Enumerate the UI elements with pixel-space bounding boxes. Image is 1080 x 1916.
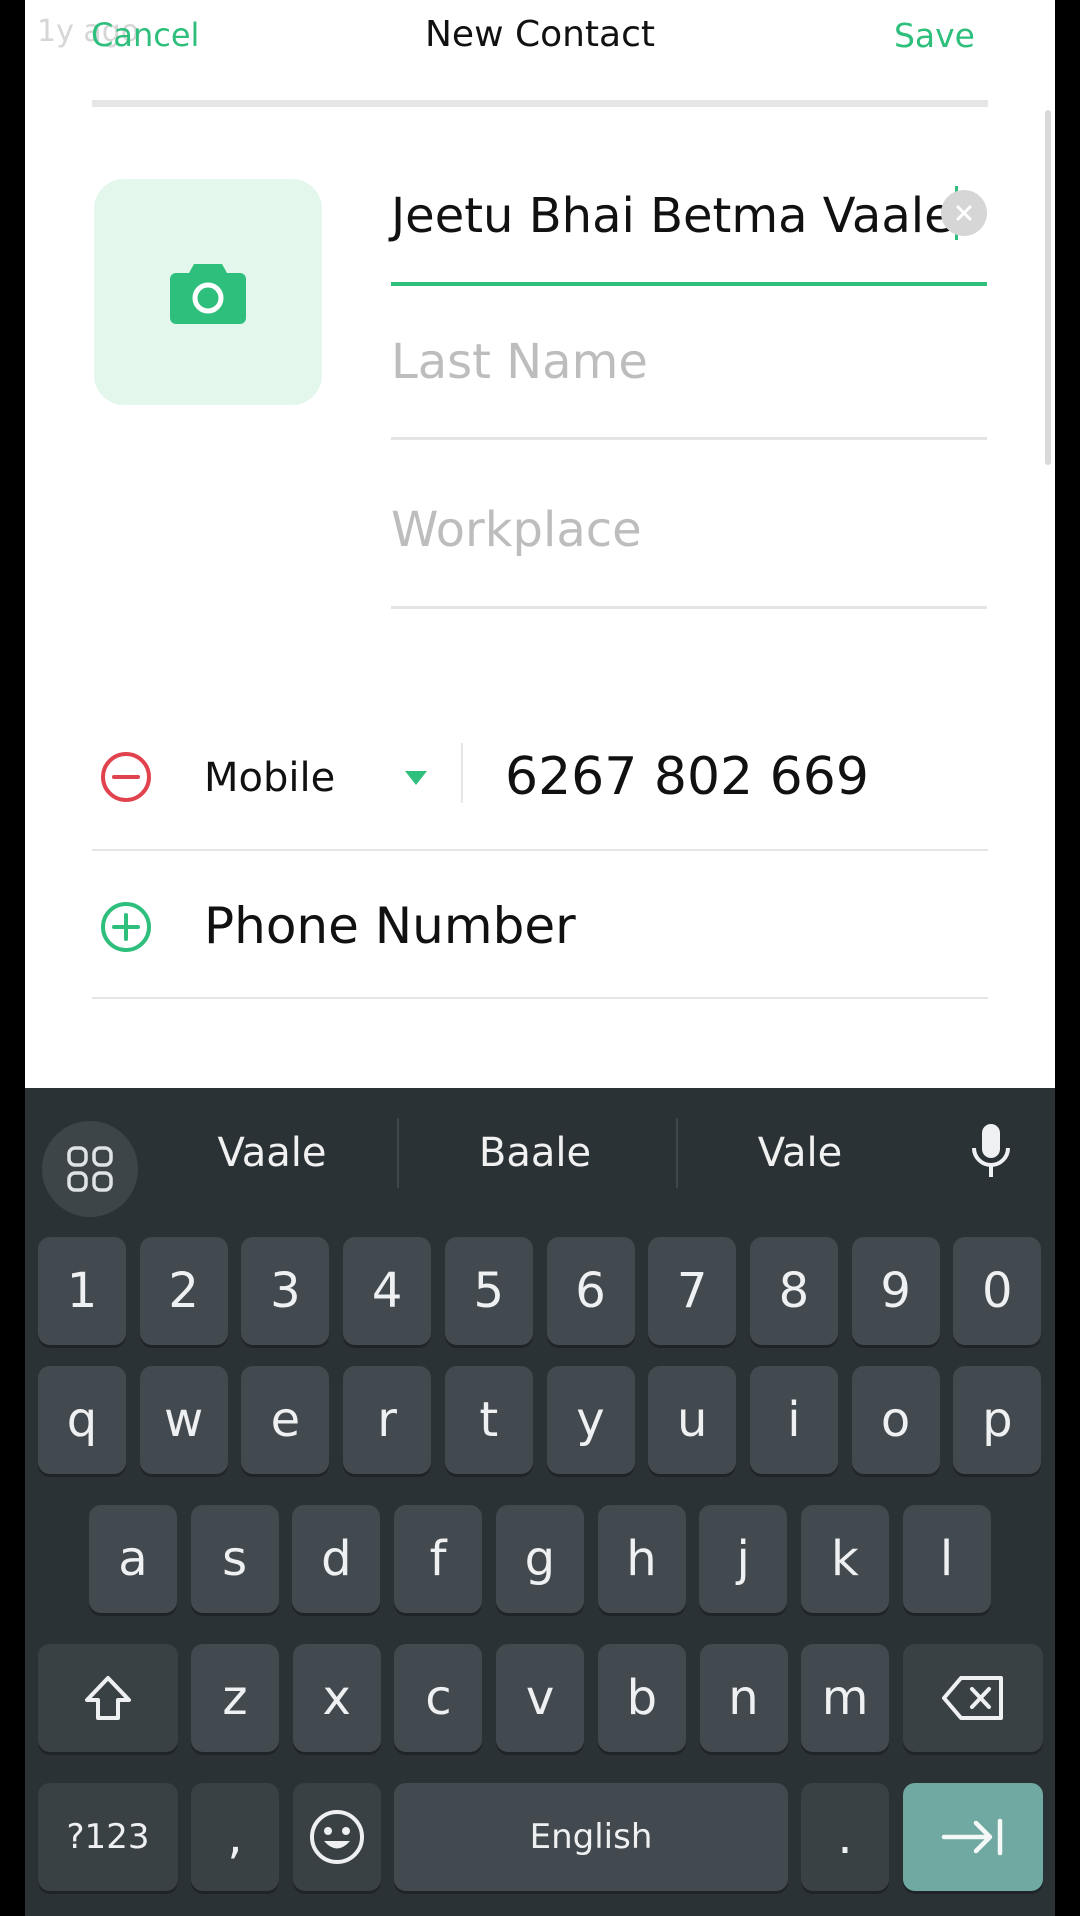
key-0[interactable]: 0 <box>953 1237 1042 1345</box>
add-phone-icon[interactable] <box>100 901 152 953</box>
key-4[interactable]: 4 <box>343 1237 432 1345</box>
add-phone-divider <box>92 997 988 999</box>
workplace-underline <box>391 606 987 609</box>
last-name-underline <box>391 437 987 440</box>
key-t[interactable]: t <box>444 1366 533 1474</box>
key-g[interactable]: g <box>495 1505 584 1613</box>
key-u[interactable]: u <box>648 1366 737 1474</box>
key-n[interactable]: n <box>699 1644 788 1752</box>
next-key[interactable] <box>903 1783 1043 1891</box>
key-o[interactable]: o <box>851 1366 940 1474</box>
phone-number-input[interactable]: 6267 802 669 <box>505 747 869 807</box>
key-l[interactable]: l <box>902 1505 991 1613</box>
emoji-icon <box>310 1810 364 1864</box>
key-q[interactable]: q <box>38 1366 126 1474</box>
key-3[interactable]: 3 <box>241 1237 330 1345</box>
key-w[interactable]: w <box>139 1366 228 1474</box>
key-8[interactable]: 8 <box>749 1237 838 1345</box>
suggestion-3[interactable]: Vale <box>690 1130 910 1176</box>
add-phone-label[interactable]: Phone Number <box>204 897 576 955</box>
comma-key[interactable]: , <box>191 1783 279 1891</box>
key-r[interactable]: r <box>343 1366 432 1474</box>
workplace-input[interactable]: Workplace <box>391 502 642 558</box>
key-m[interactable]: m <box>801 1644 890 1752</box>
key-b[interactable]: b <box>597 1644 686 1752</box>
first-name-input[interactable]: Jeetu Bhai Betma Vaale <box>391 186 958 244</box>
tab-arrow-icon <box>941 1818 1003 1856</box>
key-k[interactable]: k <box>800 1505 889 1613</box>
key-x[interactable]: x <box>292 1644 381 1752</box>
suggestion-1[interactable]: Vaale <box>162 1130 382 1176</box>
shift-key[interactable] <box>38 1644 178 1752</box>
key-y[interactable]: y <box>546 1366 635 1474</box>
phone-field-divider <box>461 743 463 803</box>
symbols-key[interactable]: ?123 <box>38 1783 178 1891</box>
last-name-field[interactable]: Last Name <box>391 330 987 440</box>
space-key[interactable]: English <box>394 1783 788 1891</box>
key-c[interactable]: c <box>394 1644 483 1752</box>
key-j[interactable]: j <box>699 1505 788 1613</box>
key-d[interactable]: d <box>292 1505 381 1613</box>
key-1[interactable]: 1 <box>38 1237 126 1345</box>
key-s[interactable]: s <box>190 1505 279 1613</box>
backspace-key[interactable] <box>903 1644 1043 1752</box>
key-5[interactable]: 5 <box>444 1237 533 1345</box>
chevron-down-icon[interactable] <box>405 771 427 785</box>
phone-type-label[interactable]: Mobile <box>204 755 335 801</box>
grid-icon <box>67 1146 113 1192</box>
key-f[interactable]: f <box>394 1505 483 1613</box>
emoji-key[interactable] <box>293 1783 381 1891</box>
suggestion-2[interactable]: Baale <box>425 1130 645 1176</box>
camera-icon <box>170 264 246 324</box>
suggestion-divider <box>397 1118 399 1188</box>
first-name-field[interactable]: Jeetu Bhai Betma Vaale <box>391 0 987 300</box>
scrollbar[interactable] <box>1045 110 1051 465</box>
microphone-icon[interactable] <box>969 1122 1013 1182</box>
close-icon <box>956 205 972 221</box>
key-a[interactable]: a <box>89 1505 177 1613</box>
add-photo-button[interactable] <box>94 179 322 405</box>
workplace-field[interactable]: Workplace <box>391 494 987 609</box>
key-e[interactable]: e <box>241 1366 330 1474</box>
key-v[interactable]: v <box>496 1644 585 1752</box>
remove-phone-icon[interactable] <box>100 751 152 803</box>
key-h[interactable]: h <box>597 1505 686 1613</box>
new-contact-sheet: 1y ago Cancel New Contact Save Jeetu Bha… <box>25 0 1055 1088</box>
soft-keyboard: Vaale Baale Vale 1234567890 qwertyuiop asd… <box>25 1088 1055 1916</box>
key-i[interactable]: i <box>749 1366 838 1474</box>
key-9[interactable]: 9 <box>851 1237 940 1345</box>
add-phone-row[interactable]: Phone Number <box>92 851 988 999</box>
period-key[interactable]: . <box>801 1783 889 1891</box>
backspace-icon <box>942 1676 1003 1720</box>
first-name-underline <box>391 282 987 286</box>
key-6[interactable]: 6 <box>546 1237 635 1345</box>
clear-text-button[interactable] <box>941 190 987 236</box>
last-name-input[interactable]: Last Name <box>391 334 648 390</box>
shift-icon <box>85 1676 131 1720</box>
suggestion-divider <box>676 1118 678 1188</box>
phone-row: Mobile 6267 802 669 <box>92 723 988 851</box>
key-p[interactable]: p <box>953 1366 1042 1474</box>
key-2[interactable]: 2 <box>139 1237 228 1345</box>
key-z[interactable]: z <box>191 1644 279 1752</box>
first-name-value: Jeetu Bhai Betma Vaale <box>391 188 954 244</box>
keyboard-menu-button[interactable] <box>42 1121 138 1217</box>
key-7[interactable]: 7 <box>648 1237 737 1345</box>
